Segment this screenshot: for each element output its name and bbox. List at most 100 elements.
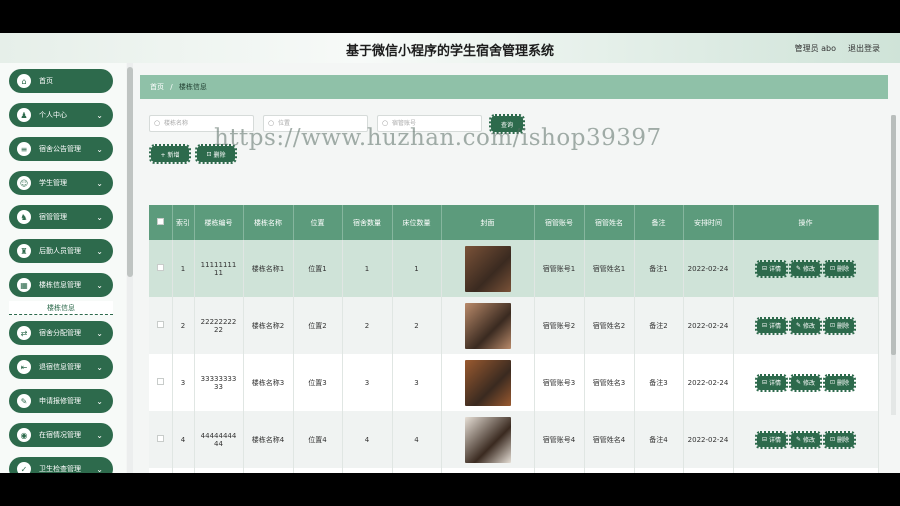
breadcrumb-separator: /: [170, 83, 173, 91]
table-scrollbar[interactable]: [891, 115, 896, 415]
select-all-header[interactable]: [149, 205, 173, 240]
sidebar-item-status[interactable]: ◉ 在宿情况管理 ⌄: [9, 423, 113, 447]
chevron-down-icon: ⌄: [96, 110, 103, 120]
edit-button[interactable]: ✎ 修改: [789, 430, 822, 449]
cell-code: 2222222222: [194, 297, 244, 354]
cell-name: 楼栋名称5: [243, 468, 294, 473]
cell-code: 5555555555: [194, 468, 244, 473]
table-row[interactable]: 3 3333333333 楼栋名称3 位置3 3 3 宿管账号3 宿管姓名3 备…: [149, 354, 879, 411]
sidebar-item-building[interactable]: ▦ 楼栋信息管理 ⌄: [9, 273, 113, 297]
cell-cover: [441, 240, 535, 297]
detail-icon: ⊟: [762, 436, 768, 443]
building-name-placeholder: 楼栋名称: [164, 120, 189, 127]
add-button[interactable]: + 新增: [149, 144, 191, 164]
sidebar-item-label: 宿舍分配管理: [39, 329, 81, 337]
hygiene-icon: ✓: [17, 462, 31, 473]
trash-icon: ⊡: [829, 322, 836, 329]
delete-button[interactable]: ⊡ 删除: [822, 430, 856, 449]
sidebar-item-label: 在宿情况管理: [39, 431, 81, 439]
sidebar-item-manager[interactable]: ♞ 宿管管理 ⌄: [9, 205, 113, 229]
row-select[interactable]: [149, 354, 173, 411]
row-select[interactable]: [149, 411, 173, 468]
sidebar-item-hygiene[interactable]: ✓ 卫生检查管理 ⌄: [9, 457, 113, 473]
repair-icon: ✎: [17, 394, 31, 408]
breadcrumb-current: 楼栋信息: [178, 83, 207, 91]
breadcrumb-home[interactable]: 首页: [150, 83, 164, 91]
edit-label: 修改: [802, 437, 815, 444]
sidebar-item-home[interactable]: ⌂ 首页: [9, 69, 113, 93]
current-user[interactable]: 管理员 abo: [795, 43, 836, 54]
manager-icon: ♞: [17, 210, 31, 224]
cell-note: 备注2: [634, 297, 684, 354]
sidebar-scrollbar[interactable]: [127, 63, 133, 473]
col-manager: 宿管姓名: [584, 205, 635, 240]
cell-ops: ⊟ 详情 ✎ 修改 ⊡ 删除: [733, 411, 879, 468]
detail-button[interactable]: ⊟ 详情: [755, 316, 788, 335]
table-row[interactable]: 4 4444444444 楼栋名称4 位置4 4 4 宿管账号4 宿管姓名4 备…: [149, 411, 879, 468]
sidebar-item-checkout[interactable]: ⇤ 退宿信息管理 ⌄: [9, 355, 113, 379]
cover-image[interactable]: [464, 359, 511, 406]
edit-icon: ✎: [796, 265, 802, 272]
cell-beds: 4: [392, 411, 442, 468]
edit-label: 修改: [802, 266, 815, 273]
trash-icon: ⊡: [829, 265, 836, 272]
row-select[interactable]: [149, 468, 173, 473]
sidebar-item-student[interactable]: ☺ 学生管理 ⌄: [9, 171, 113, 195]
sidebar-item-assign[interactable]: ⇄ 宿舍分配管理 ⌄: [9, 321, 113, 345]
edit-button[interactable]: ✎ 修改: [789, 373, 822, 392]
sidebar-item-staff[interactable]: ♜ 后勤人员管理 ⌄: [9, 239, 113, 263]
logout-link[interactable]: 退出登录: [848, 43, 880, 54]
cover-image[interactable]: [464, 302, 511, 349]
delete-button[interactable]: ⊡ 删除: [822, 316, 856, 335]
cell-manager: 宿管姓名2: [584, 297, 635, 354]
sidebar-item-label: 楼栋信息管理: [39, 281, 81, 289]
table-row[interactable]: 2 2222222222 楼栋名称2 位置2 2 2 宿管账号2 宿管姓名2 备…: [149, 297, 879, 354]
table-header-row: 索引 楼栋编号 楼栋名称 位置 宿舍数量 床位数量 封面 宿管账号 宿管姓名 备…: [149, 205, 879, 240]
detail-button[interactable]: ⊟ 详情: [755, 259, 788, 278]
sidebar-item-label: 退宿信息管理: [39, 363, 81, 371]
col-location: 位置: [293, 205, 343, 240]
sidebar-item-user[interactable]: ♟ 个人中心 ⌄: [9, 103, 113, 127]
chevron-down-icon: ⌄: [96, 328, 103, 338]
cell-cover: [441, 297, 535, 354]
submenu-building-info[interactable]: 楼栋信息: [9, 301, 113, 315]
cover-image[interactable]: [464, 416, 511, 463]
cover-image[interactable]: [464, 245, 511, 292]
select-all-checkbox[interactable]: [156, 218, 164, 225]
row-select[interactable]: [149, 297, 173, 354]
cell-beds: 1: [392, 240, 442, 297]
sidebar-item-notice[interactable]: ≡ 宿舍公告管理 ⌄: [9, 137, 113, 161]
detail-label: 详情: [769, 323, 782, 330]
chevron-down-icon: ⌄: [96, 280, 103, 290]
table-row[interactable]: 5 5555555555 楼栋名称5 位置5 5 5 宿管账号5 宿管姓名5 备…: [149, 468, 879, 473]
sidebar-scroll-thumb[interactable]: [127, 67, 133, 277]
cell-location: 位置3: [293, 354, 343, 411]
row-select[interactable]: [149, 240, 173, 297]
cell-cover: [441, 468, 535, 473]
table-row[interactable]: 1 1111111111 楼栋名称1 位置1 1 1 宿管账号1 宿管姓名1 备…: [149, 240, 879, 297]
edit-button[interactable]: ✎ 修改: [789, 259, 822, 278]
table-scroll-thumb[interactable]: [891, 115, 896, 355]
detail-button[interactable]: ⊟ 详情: [755, 373, 788, 392]
sidebar-item-repair[interactable]: ✎ 申请报修管理 ⌄: [9, 389, 113, 413]
edit-button[interactable]: ✎ 修改: [789, 316, 822, 335]
detail-button[interactable]: ⊟ 详情: [755, 430, 788, 449]
building-table: 索引 楼栋编号 楼栋名称 位置 宿舍数量 床位数量 封面 宿管账号 宿管姓名 备…: [149, 205, 879, 473]
cell-name: 楼栋名称1: [243, 240, 294, 297]
detail-label: 详情: [769, 380, 782, 387]
assign-icon: ⇄: [17, 326, 31, 340]
cell-location: 位置1: [293, 240, 343, 297]
row-checkbox[interactable]: [156, 378, 164, 385]
delete-button[interactable]: ⊡ 删除: [822, 259, 856, 278]
chevron-down-icon: ⌄: [96, 144, 103, 154]
delete-button[interactable]: ⊡ 删除: [822, 373, 856, 392]
row-checkbox[interactable]: [156, 321, 164, 328]
row-checkbox[interactable]: [156, 435, 164, 442]
cell-time: 2022-02-24: [683, 297, 734, 354]
edit-label: 修改: [802, 380, 815, 387]
cell-code: 3333333333: [194, 354, 244, 411]
row-checkbox[interactable]: [156, 264, 164, 271]
top-header: 基于微信小程序的学生宿舍管理系统 管理员 abo 退出登录: [0, 33, 900, 63]
cell-ops: ⊟ 详情 ✎ 修改 ⊡ 删除: [733, 297, 879, 354]
cell-account: 宿管账号4: [534, 411, 585, 468]
